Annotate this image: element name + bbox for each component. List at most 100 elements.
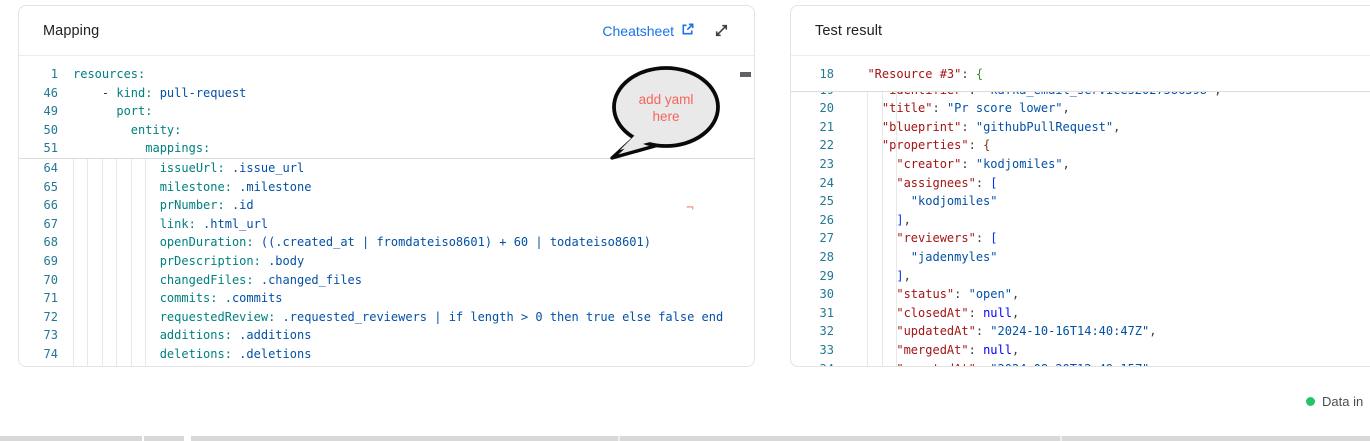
line-number: 74 [19,345,71,364]
line-number: 65 [19,178,71,197]
line-number: 25 [791,192,847,211]
code-line[interactable]: 33 "mergedAt": null, [791,341,1370,360]
code-line[interactable]: 20 "title": "Pr score lower", [791,99,1370,118]
line-number: 24 [791,174,847,193]
json-viewer-content[interactable]: 19 "identifier": "kafka_email_services20… [791,92,1370,367]
code-line[interactable]: 25 "kodjomiles" [791,192,1370,211]
yaml-editor-content[interactable]: 64 issueUrl: .issue_url65 milestone: .mi… [19,159,754,367]
code-line[interactable]: 34 "createdAt": "2024-08-20T12:49:15Z", [791,360,1370,368]
line-number: 51 [19,139,71,158]
code-line[interactable]: 22 "properties": { [791,136,1370,155]
mapping-panel: Mapping Cheatsheet 1resources:46 - kind:… [18,5,755,367]
code-line[interactable]: 30 "status": "open", [791,285,1370,304]
external-link-icon [680,22,695,40]
code-text: "reviewers": [ [847,229,998,248]
mapping-panel-header: Mapping Cheatsheet [19,6,754,56]
line-number: 27 [791,229,847,248]
code-line[interactable]: 21 "blueprint": "githubPullRequest", [791,118,1370,137]
code-line[interactable]: 28 "jadenmyles" [791,248,1370,267]
code-text: entity: [71,121,181,140]
code-line[interactable]: 23 "creator": "kodjomiles", [791,155,1370,174]
code-line[interactable]: 65 milestone: .milestone [19,178,754,197]
code-line[interactable]: 71 commits: .commits [19,289,754,308]
json-result-viewer[interactable]: 18 "Resource #3": { 19 "identifier": "ka… [791,56,1370,366]
code-text: issueUrl: .issue_url [71,159,304,178]
code-text: ], [847,267,911,286]
code-text: "mergedAt": null, [847,341,1019,360]
table-top-edge [0,436,1370,441]
stray-cursor-mark: ¬ [686,201,694,216]
code-line[interactable]: 69 prDescription: .body [19,252,754,271]
code-line[interactable]: 24 "assignees": [ [791,174,1370,193]
line-number: 1 [19,65,71,84]
line-number: 18 [791,65,847,84]
code-text: additions: .additions [71,326,311,345]
line-number: 49 [19,102,71,121]
code-text: "status": "open", [847,285,1019,304]
code-line[interactable]: 72 requestedReview: .requested_reviewers… [19,308,754,327]
line-number: 29 [791,267,847,286]
cheatsheet-label: Cheatsheet [602,23,674,39]
line-number: 73 [19,326,71,345]
code-line[interactable]: 67 link: .html_url [19,215,754,234]
line-number: 23 [791,155,847,174]
app-canvas: Mapping Cheatsheet 1resources:46 - kind:… [0,0,1370,441]
line-number: 33 [791,341,847,360]
code-text: "assignees": [ [847,174,998,193]
code-line[interactable]: 68 openDuration: ((.created_at | fromdat… [19,233,754,252]
line-number: 34 [791,360,847,368]
code-line[interactable]: 29 ], [791,267,1370,286]
code-text: deletions: .deletions [71,345,311,364]
line-number: 71 [19,289,71,308]
line-number: 19 [791,92,847,100]
code-line[interactable]: 18 "Resource #3": { [791,65,1370,84]
code-text: - kind: pull-request [71,84,246,103]
line-number: 26 [791,211,847,230]
vertical-scrollbar-thumb[interactable] [740,72,751,77]
line-number: 28 [791,248,847,267]
line-number: 70 [19,271,71,290]
code-line[interactable]: 32 "updatedAt": "2024-10-16T14:40:47Z", [791,322,1370,341]
code-line[interactable]: 73 additions: .additions [19,326,754,345]
sticky-context-lines: 18 "Resource #3": { [791,56,1370,92]
code-line[interactable]: 66 prNumber: .id [19,196,754,215]
code-text: prDescription: .body [71,252,304,271]
code-line[interactable]: 26 ], [791,211,1370,230]
code-line[interactable]: 74 deletions: .deletions [19,345,754,364]
code-text: changedFiles: .changed_files [71,271,362,290]
code-line[interactable]: 31 "closedAt": null, [791,304,1370,323]
line-number: 46 [19,84,71,103]
table-column-divider [1060,436,1062,441]
line-number: 30 [791,285,847,304]
bubble-text-line1: add yaml [639,92,694,107]
table-column-divider [184,436,191,441]
cheatsheet-link[interactable]: Cheatsheet [602,22,695,40]
code-text: "blueprint": "githubPullRequest", [847,118,1120,137]
line-number: 66 [19,196,71,215]
line-number: 72 [19,308,71,327]
code-line[interactable]: 27 "reviewers": [ [791,229,1370,248]
code-line[interactable]: 70 changedFiles: .changed_files [19,271,754,290]
line-number: 67 [19,215,71,234]
expand-icon[interactable] [713,22,730,39]
code-text: "kodjomiles" [847,192,998,211]
status-green-dot [1306,397,1315,406]
line-number: 20 [791,99,847,118]
code-text: prNumber: .id [71,196,254,215]
code-text: link: .html_url [71,215,268,234]
line-number: 22 [791,136,847,155]
code-line[interactable]: 19 "identifier": "kafka_email_services20… [791,92,1370,100]
code-text: "updatedAt": "2024-10-16T14:40:47Z", [847,322,1156,341]
data-status-indicator: Data in [1306,394,1363,409]
line-number: 64 [19,159,71,178]
code-text: mappings: [71,139,210,158]
code-text: commits: .commits [71,289,283,308]
test-result-panel: Test result 18 "Resource #3": { 19 "iden… [790,5,1370,367]
code-text: "identifier": "kafka_email_services20275… [847,92,1221,100]
code-text: resources: [71,65,145,84]
code-text: "creator": "kodjomiles", [847,155,1070,174]
code-text: ], [847,211,911,230]
status-label: Data in [1322,394,1363,409]
code-text: port: [71,102,152,121]
mapping-title: Mapping [43,23,99,39]
